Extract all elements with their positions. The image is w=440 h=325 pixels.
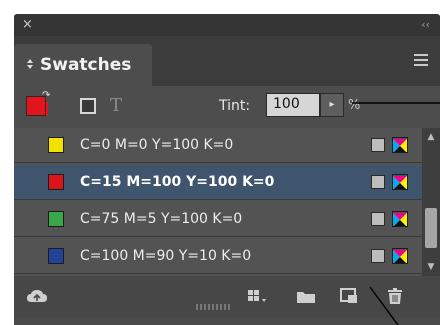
- close-icon[interactable]: ×: [22, 17, 33, 33]
- formatting-affects-container-icon[interactable]: [80, 98, 96, 114]
- panel-resize-grip[interactable]: [196, 304, 232, 310]
- swatch-color-chip: [48, 137, 64, 153]
- swatch-name: C=75 M=5 Y=100 K=0: [80, 211, 243, 227]
- swatch-name: C=15 M=100 Y=100 K=0: [80, 174, 275, 190]
- swatches-panel: × ‹‹ Swatches ↷ T Tint: 100 ▸ % C=0 M=0 …: [14, 14, 440, 325]
- swatch-color-chip: [48, 248, 64, 264]
- cmyk-mode-icon: [392, 248, 408, 264]
- process-color-icon: [371, 175, 385, 189]
- tint-label: Tint:: [219, 98, 251, 114]
- process-color-icon: [371, 138, 385, 152]
- fill-stroke-proxy-icon[interactable]: ↷: [24, 90, 54, 120]
- collapse-panel-icon[interactable]: ‹‹: [421, 17, 430, 33]
- swatch-name: C=100 M=90 Y=10 K=0: [80, 248, 252, 264]
- swatch-toolbar: ↷ T Tint: 100 ▸ %: [14, 86, 440, 128]
- swatch-list-scrollbar[interactable]: ▲ ▼: [422, 128, 440, 276]
- tint-stepper-button[interactable]: ▸: [320, 93, 344, 117]
- formatting-affects-text-icon[interactable]: T: [110, 95, 122, 116]
- process-color-icon: [371, 212, 385, 226]
- tab-bar: Swatches: [14, 36, 440, 86]
- tab-toggle-icon[interactable]: [26, 58, 34, 72]
- scroll-down-icon[interactable]: ▼: [426, 262, 436, 272]
- percent-label: %: [348, 98, 361, 113]
- swatch-row[interactable]: C=15 M=100 Y=100 K=0: [14, 165, 422, 200]
- cmyk-mode-icon: [392, 137, 408, 153]
- scroll-thumb[interactable]: [425, 208, 437, 248]
- swap-fill-stroke-icon[interactable]: ↷: [42, 90, 50, 101]
- tab-label: Swatches: [40, 55, 132, 75]
- tab-swatches[interactable]: Swatches: [14, 44, 152, 86]
- swatch-list: C=0 M=0 Y=100 K=0 C=15 M=100 Y=100 K=0 C=7…: [14, 128, 422, 276]
- cmyk-mode-icon: [392, 211, 408, 227]
- swatch-name: C=0 M=0 Y=100 K=0: [80, 137, 234, 153]
- swatch-row[interactable]: C=100 M=90 Y=10 K=0: [14, 239, 422, 274]
- tint-input[interactable]: 100: [266, 93, 320, 117]
- cloud-library-icon[interactable]: [26, 288, 48, 308]
- swatch-row[interactable]: C=0 M=0 Y=100 K=0: [14, 128, 422, 163]
- hamburger-menu-icon[interactable]: [414, 54, 428, 66]
- delete-swatch-icon[interactable]: [386, 287, 404, 309]
- new-color-group-icon[interactable]: [296, 289, 316, 309]
- scroll-up-icon[interactable]: ▲: [426, 132, 436, 142]
- new-swatch-icon[interactable]: [339, 287, 359, 309]
- panel-bottom-bar: [14, 276, 440, 318]
- process-color-icon: [371, 249, 385, 263]
- show-swatch-kinds-icon[interactable]: [247, 288, 269, 308]
- panel-title-bar: × ‹‹: [14, 14, 440, 36]
- swatch-color-chip: [48, 211, 64, 227]
- swatch-row[interactable]: C=75 M=5 Y=100 K=0: [14, 202, 422, 237]
- cmyk-mode-icon: [392, 174, 408, 190]
- swatch-color-chip: [48, 174, 64, 190]
